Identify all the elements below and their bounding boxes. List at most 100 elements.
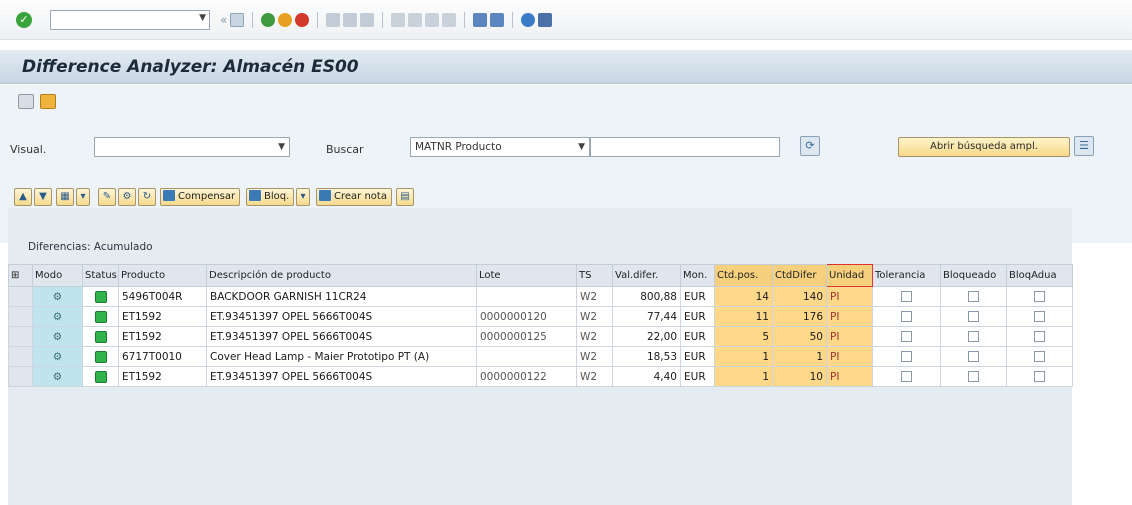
row-selector[interactable] (8, 306, 33, 327)
table-row[interactable]: ⚙ ET1592 ET.93451397 OPEL 5666T004S 0000… (8, 366, 1073, 387)
ctd-pos-cell: 1 (714, 366, 773, 387)
unidad-cell: PI (826, 366, 873, 387)
column-header[interactable]: CtdDifer (772, 264, 827, 287)
ctd-difer-cell: 140 (772, 286, 827, 307)
customize-layout-icon[interactable] (538, 13, 553, 27)
bloq-button[interactable]: Bloq. (246, 188, 295, 206)
new-session-icon[interactable] (473, 13, 488, 27)
search-row: Visual. ▼ Buscar MATNR Producto ▼ ⟳ Abrir… (0, 119, 1132, 179)
column-header[interactable]: BloqAdua (1006, 264, 1073, 287)
mode-icon[interactable]: ⚙ (32, 286, 83, 307)
refresh-icon[interactable]: ↻ (138, 188, 156, 206)
last-page-icon[interactable] (442, 13, 457, 27)
save-icon[interactable] (230, 13, 245, 27)
bloqueado-checkbox[interactable] (940, 326, 1007, 347)
mode-icon[interactable]: ⚙ (32, 346, 83, 367)
details-icon[interactable]: ▤ (396, 188, 414, 206)
exit-icon[interactable] (278, 13, 293, 27)
back-icon[interactable] (261, 13, 276, 27)
sort-ascending-icon[interactable]: ▲ (14, 188, 32, 206)
column-header[interactable]: Val.difer. (612, 264, 681, 287)
bloqueado-checkbox[interactable] (940, 286, 1007, 307)
column-header[interactable]: Unidad (826, 264, 873, 287)
shortcut-icon[interactable] (490, 13, 505, 27)
search-input[interactable] (590, 137, 780, 157)
visual-dropdown[interactable]: ▼ (94, 137, 290, 157)
mode-icon[interactable]: ⚙ (32, 306, 83, 327)
cancel-icon[interactable] (295, 13, 310, 27)
execute-search-icon[interactable]: ⟳ (800, 136, 820, 156)
first-page-icon[interactable] (391, 13, 406, 27)
previous-page-icon[interactable] (408, 13, 423, 27)
back-arrows-icon[interactable]: « (220, 13, 227, 27)
display-icon[interactable] (18, 94, 34, 109)
column-header[interactable]: Producto (118, 264, 207, 287)
bloqueado-checkbox[interactable] (940, 366, 1007, 387)
ctd-pos-cell: 11 (714, 306, 773, 327)
sort-descending-icon[interactable]: ▼ (34, 188, 52, 206)
column-header[interactable]: Descripción de producto (206, 264, 477, 287)
mode-icon[interactable]: ⚙ (32, 366, 83, 387)
chevron-down-icon[interactable]: ▼ (199, 13, 206, 23)
chevron-down-icon[interactable]: ▼ (578, 138, 585, 156)
next-page-icon[interactable] (425, 13, 440, 27)
tolerancia-checkbox[interactable] (872, 346, 941, 367)
options-icon[interactable]: ☰ (1074, 136, 1094, 156)
row-selector[interactable] (8, 326, 33, 347)
column-header[interactable]: TS (576, 264, 613, 287)
row-selector[interactable] (8, 286, 33, 307)
enter-icon[interactable]: ✓ (16, 12, 32, 28)
bloqadua-checkbox[interactable] (1006, 326, 1073, 347)
column-header[interactable]: Ctd.pos. (714, 264, 773, 287)
bloqadua-checkbox[interactable] (1006, 346, 1073, 367)
column-header[interactable]: Lote (476, 264, 577, 287)
bloqueado-checkbox[interactable] (940, 346, 1007, 367)
mode-icon[interactable]: ⚙ (32, 326, 83, 347)
table-row[interactable]: ⚙ 6717T0010 Cover Head Lamp - Maier Prot… (8, 346, 1073, 367)
select-layout-icon[interactable]: ▦ (56, 188, 74, 206)
column-header[interactable]: Modo (32, 264, 83, 287)
search-field-select[interactable]: MATNR Producto ▼ (410, 137, 590, 157)
layout-menu-icon[interactable]: ▾ (76, 188, 90, 206)
row-selector[interactable] (8, 366, 33, 387)
table-row[interactable]: ⚙ ET1592 ET.93451397 OPEL 5666T004S 0000… (8, 306, 1073, 327)
tolerancia-checkbox[interactable] (872, 286, 941, 307)
crear-nota-button[interactable]: Crear nota (316, 188, 392, 206)
print-icon[interactable] (326, 13, 341, 27)
ctd-pos-cell: 1 (714, 346, 773, 367)
mode-icon[interactable]: ⚙ (118, 188, 136, 206)
find-next-icon[interactable] (360, 13, 375, 27)
bloqueado-checkbox[interactable] (940, 306, 1007, 327)
column-header[interactable]: Bloqueado (940, 264, 1007, 287)
column-header[interactable]: Tolerancia (872, 264, 941, 287)
lote-cell: 0000000125 (476, 326, 577, 347)
table-row[interactable]: ⚙ 5496T004R BACKDOOR GARNISH 11CR24 W2 8… (8, 286, 1073, 307)
bloq-menu-icon[interactable]: ▾ (296, 188, 310, 206)
column-header[interactable]: Status (82, 264, 119, 287)
save-icon (163, 190, 175, 201)
row-selector[interactable] (8, 346, 33, 367)
title-bar: Difference Analyzer: Almacén ES00 (0, 50, 1132, 84)
bloqadua-checkbox[interactable] (1006, 366, 1073, 387)
find-icon[interactable] (343, 13, 358, 27)
bloqadua-checkbox[interactable] (1006, 306, 1073, 327)
command-field[interactable]: ▼ (50, 10, 210, 30)
column-header[interactable]: Mon. (680, 264, 715, 287)
folder-icon[interactable] (40, 94, 56, 109)
status-cell (82, 326, 119, 347)
help-icon[interactable] (521, 13, 536, 27)
table-row[interactable]: ⚙ ET1592 ET.93451397 OPEL 5666T004S 0000… (8, 326, 1073, 347)
select-all-icon[interactable]: ⊞ (8, 264, 33, 287)
ts-cell: W2 (576, 286, 613, 307)
edit-icon[interactable]: ✎ (98, 188, 116, 206)
compensar-button[interactable]: Compensar (160, 188, 241, 206)
producto-cell: ET1592 (118, 366, 207, 387)
chevron-down-icon[interactable]: ▼ (278, 138, 285, 156)
tolerancia-checkbox[interactable] (872, 306, 941, 327)
grid-caption: Diferencias: Acumulado (28, 241, 153, 253)
tolerancia-checkbox[interactable] (872, 366, 941, 387)
status-green-icon (94, 370, 107, 383)
tolerancia-checkbox[interactable] (872, 326, 941, 347)
advanced-search-button[interactable]: Abrir búsqueda ampl. (898, 137, 1070, 157)
bloqadua-checkbox[interactable] (1006, 286, 1073, 307)
